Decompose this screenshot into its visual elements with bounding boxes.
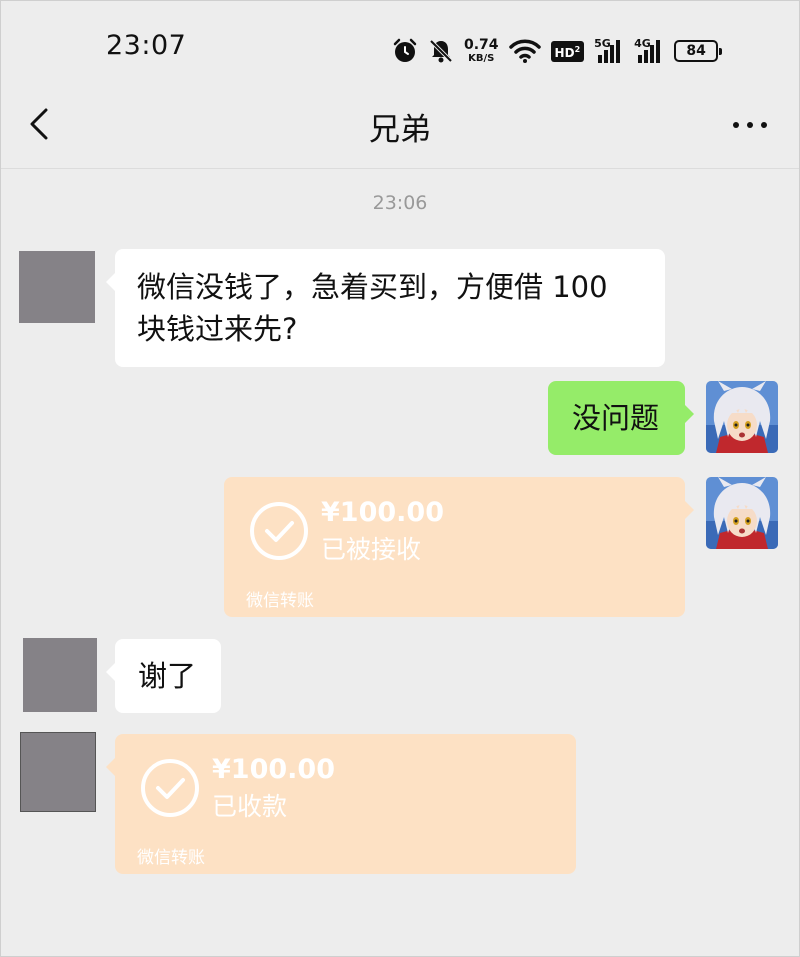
mute-bell-icon xyxy=(428,38,454,64)
chat-title: 兄弟 xyxy=(369,112,431,148)
hd-sub: 2 xyxy=(574,44,581,54)
transfer-amount: ¥100.00 xyxy=(321,497,444,528)
message-text: 没问题 xyxy=(572,401,660,435)
wifi-icon xyxy=(508,38,541,64)
status-icons: 0.74 KB/S HD2 5G 4G 84 xyxy=(392,33,723,69)
alarm-icon xyxy=(392,38,418,64)
transfer-card-sent[interactable]: ¥100.00 已被接收 微信转账 xyxy=(224,477,694,617)
message-bubble-out[interactable]: 没问题 xyxy=(548,381,694,455)
friend-avatar[interactable] xyxy=(20,732,96,812)
status-time: 23:07 xyxy=(106,30,187,61)
transfer-status: 已收款 xyxy=(212,792,288,821)
friend-avatar[interactable] xyxy=(23,638,97,712)
transfer-footer: 微信转账 xyxy=(137,848,205,868)
battery-icon: 84 xyxy=(674,40,723,62)
friend-avatar[interactable] xyxy=(19,251,95,323)
message-bubble-in[interactable]: 谢了 xyxy=(106,639,221,713)
sim2-gen: 4G xyxy=(634,37,651,50)
transfer-status: 已被接收 xyxy=(321,535,422,564)
transfer-amount: ¥100.00 xyxy=(212,754,335,785)
my-avatar[interactable] xyxy=(706,381,778,453)
signal-icon: 5G xyxy=(594,37,624,63)
transfer-card-received[interactable]: ¥100.00 已收款 微信转账 xyxy=(106,734,576,874)
battery-level: 84 xyxy=(686,43,706,59)
message-text: 微信没钱了，急着买到，方便借 100 块钱过来先? xyxy=(137,270,608,346)
message-timestamp: 23:06 xyxy=(372,192,428,214)
net-speed-unit: KB/S xyxy=(468,52,495,64)
sim1-gen: 5G xyxy=(594,37,611,50)
net-speed: 0.74 KB/S xyxy=(464,36,499,65)
nav-divider xyxy=(0,168,800,169)
more-icon[interactable] xyxy=(730,110,770,140)
signal-icon-2: 4G xyxy=(634,37,664,63)
net-speed-value: 0.74 xyxy=(464,36,499,53)
hd-label: HD xyxy=(554,45,575,60)
check-circle-icon xyxy=(249,501,309,561)
check-circle-icon xyxy=(140,758,200,818)
message-bubble-in[interactable]: 微信没钱了，急着买到，方便借 100 块钱过来先? xyxy=(106,249,665,367)
transfer-footer: 微信转账 xyxy=(246,591,314,611)
message-text: 谢了 xyxy=(138,659,197,693)
my-avatar[interactable] xyxy=(706,477,778,549)
hd-badge: HD2 xyxy=(550,40,585,62)
